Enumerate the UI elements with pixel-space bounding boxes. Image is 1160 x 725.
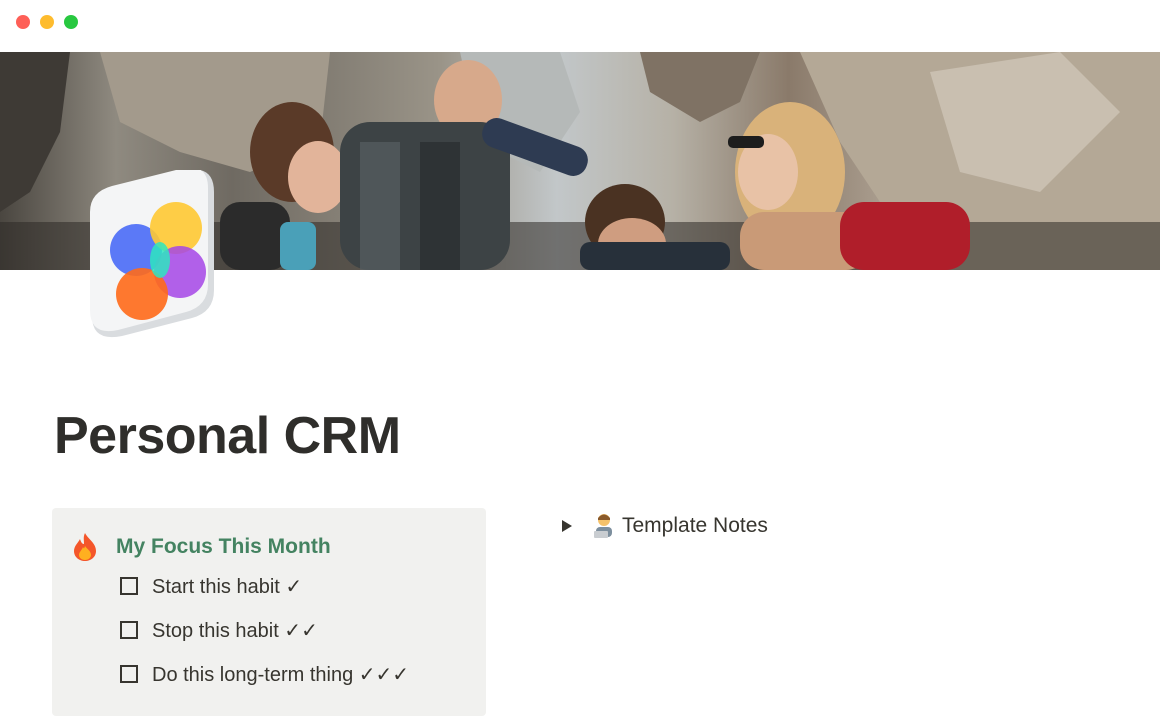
page-icon[interactable] <box>88 167 218 340</box>
callout-heading: My Focus This Month <box>116 535 331 558</box>
todo-text[interactable]: Start this habit ✓ <box>152 574 302 599</box>
flower-app-icon <box>90 167 214 338</box>
todo-item: Do this long-term thing ✓✓✓ <box>120 660 409 688</box>
todo-text[interactable]: Stop this habit ✓✓ <box>152 618 318 643</box>
focus-callout: My Focus This Month Start this habit ✓ S… <box>52 508 486 716</box>
todo-checkbox[interactable] <box>120 665 138 683</box>
template-notes-toggle[interactable]: Template Notes <box>558 511 768 541</box>
window-titlebar <box>0 0 1160 52</box>
toggle-label[interactable]: Template Notes <box>622 514 768 538</box>
zoom-window-button[interactable] <box>64 15 78 29</box>
minimize-window-button[interactable] <box>40 15 54 29</box>
toggle-triangle-icon[interactable] <box>562 520 572 532</box>
close-window-button[interactable] <box>16 15 30 29</box>
todo-checkbox[interactable] <box>120 577 138 595</box>
todo-text[interactable]: Do this long-term thing ✓✓✓ <box>152 662 409 687</box>
page-title[interactable]: Personal CRM <box>54 406 401 466</box>
todo-checkbox[interactable] <box>120 621 138 639</box>
todo-item: Start this habit ✓ <box>120 572 302 600</box>
technologist-icon <box>592 513 616 539</box>
fire-icon[interactable] <box>72 532 98 562</box>
todo-item: Stop this habit ✓✓ <box>120 616 318 644</box>
